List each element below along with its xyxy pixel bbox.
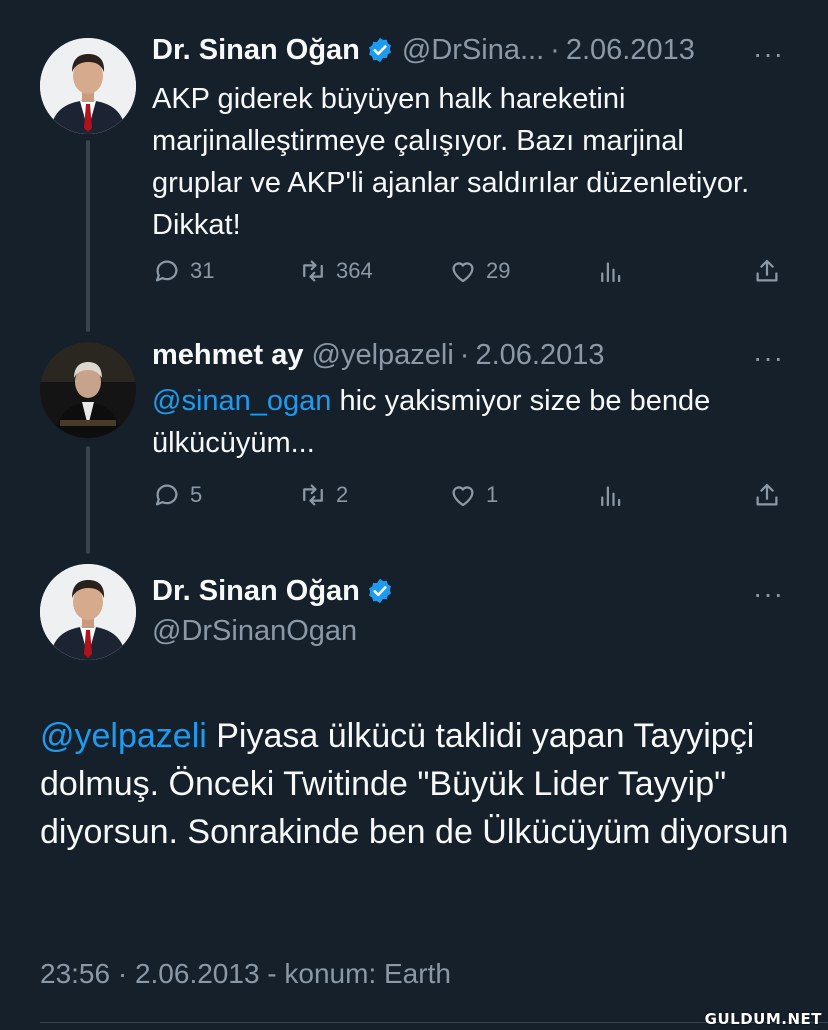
tweet-date[interactable]: 2.06.2013 [475, 338, 604, 372]
display-name[interactable]: Dr. Sinan Oğan [152, 574, 360, 608]
like-count: 1 [486, 482, 499, 507]
separator: · [459, 339, 470, 371]
verified-badge-icon [368, 578, 391, 604]
tweet-actions: 31 364 29 [152, 256, 792, 290]
more-icon[interactable]: ··· [753, 580, 784, 608]
main-tweet-text: @yelpazeli Piyasa ülkücü taklidi yapan T… [40, 712, 800, 856]
watermark: GULDUM.NET [704, 1010, 822, 1028]
analytics-icon [601, 262, 621, 283]
more-icon[interactable]: ··· [753, 40, 784, 68]
thread-line [86, 140, 90, 332]
like-button[interactable]: 1 [448, 480, 498, 510]
tweet-text: @sinan_ogan hic yakismiyor size be bende… [152, 380, 772, 464]
user-handle[interactable]: @yelpazeli [312, 338, 454, 372]
share-icon [756, 259, 778, 282]
retweet-count: 2 [336, 482, 349, 507]
main-tweet-header: Dr. Sinan Oğan [152, 574, 394, 608]
tweet-meta[interactable]: 23:56 · 2.06.2013 - konum: Earth [40, 958, 451, 990]
tweet-text: AKP giderek büyüyen halk hareketini marj… [152, 83, 750, 241]
mention-link[interactable]: @sinan_ogan [152, 385, 331, 417]
reply-icon [155, 484, 178, 506]
mention-link[interactable]: @yelpazeli [40, 717, 207, 755]
retweet-button[interactable]: 364 [298, 256, 373, 286]
reply-icon [155, 260, 178, 282]
share-button[interactable] [752, 480, 790, 510]
retweet-icon [303, 260, 323, 282]
avatar[interactable] [40, 38, 136, 134]
main-tweet-handle-row: @DrSinanOgan [152, 614, 357, 648]
analytics-icon [601, 486, 621, 507]
reply-button[interactable]: 5 [152, 480, 202, 510]
avatar[interactable] [40, 342, 136, 438]
verified-badge-icon [368, 37, 391, 63]
like-count: 29 [486, 258, 511, 283]
tweet-header: mehmet ay @yelpazeli · 2.06.2013 [152, 338, 604, 372]
analytics-button[interactable] [596, 480, 634, 510]
reply-count: 5 [190, 482, 203, 507]
reply-button[interactable]: 31 [152, 256, 214, 286]
display-name[interactable]: Dr. Sinan Oğan [152, 33, 360, 67]
tweet-header: Dr. Sinan Oğan @DrSina... · 2.06.2013 [152, 33, 695, 67]
retweet-button[interactable]: 2 [298, 480, 348, 510]
share-icon [756, 483, 778, 506]
display-name[interactable]: mehmet ay [152, 338, 304, 372]
analytics-button[interactable] [596, 256, 634, 286]
share-button[interactable] [752, 256, 790, 286]
thread-line [86, 446, 90, 554]
like-button[interactable]: 29 [448, 256, 510, 286]
avatar[interactable] [40, 564, 136, 660]
more-icon[interactable]: ··· [753, 344, 784, 372]
user-handle[interactable]: @DrSinanOgan [152, 614, 357, 648]
like-icon [452, 486, 474, 507]
separator: · [550, 34, 560, 66]
tweet-date[interactable]: 2.06.2013 [566, 33, 695, 67]
user-handle[interactable]: @DrSina... [402, 33, 544, 67]
reply-count: 31 [190, 258, 215, 283]
retweet-count: 364 [336, 258, 373, 283]
retweet-icon [303, 484, 323, 506]
tweet-actions: 5 2 1 [152, 480, 792, 514]
like-icon [452, 262, 474, 283]
